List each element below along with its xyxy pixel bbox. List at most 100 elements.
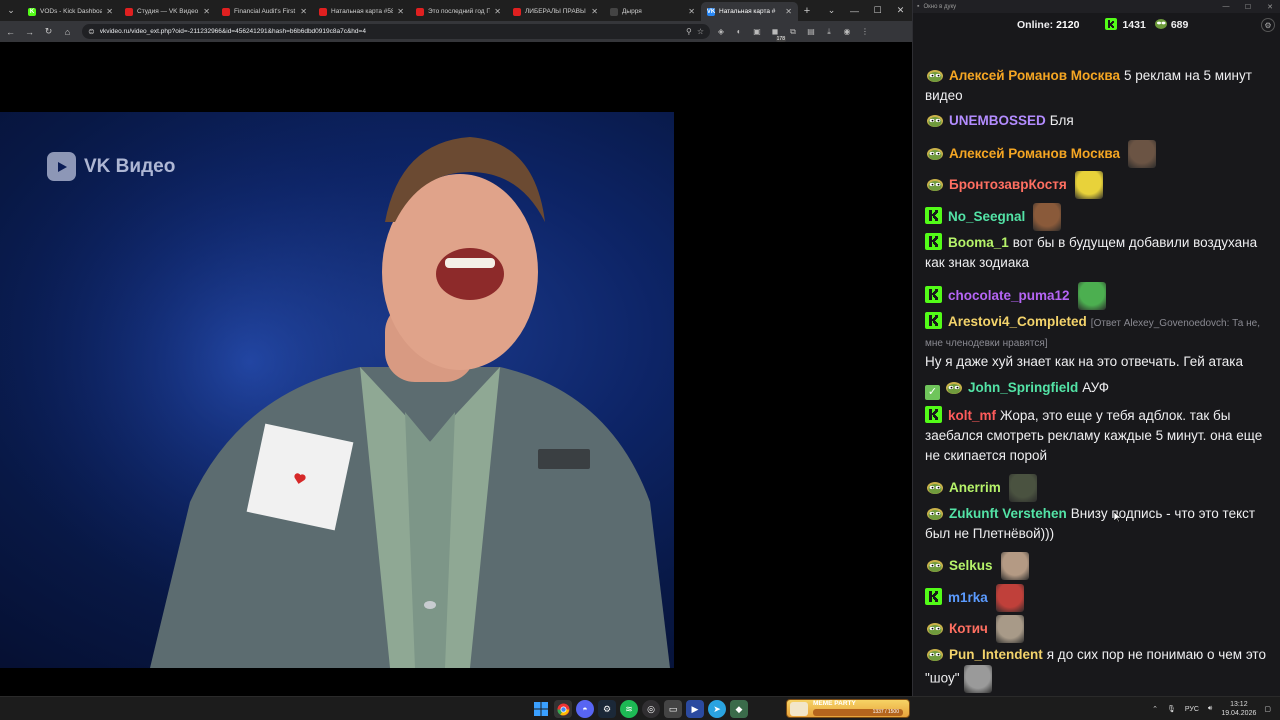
meme-party-widget[interactable]: MEME PARTY 1337 / 1500 [786, 699, 910, 718]
kick-badge-icon [925, 312, 942, 329]
vk-video-watermark: VK Видео [47, 152, 175, 181]
telegram-taskbar-icon[interactable]: ➤ [708, 700, 726, 718]
clock-time: 13:12 [1230, 701, 1248, 708]
chat-username[interactable]: Selkus [949, 558, 993, 573]
maximize-icon[interactable]: ☐ [866, 0, 889, 21]
tab-close-icon[interactable]: ✕ [785, 7, 792, 16]
obs-taskbar-icon[interactable]: ◎ [642, 700, 660, 718]
new-tab-button[interactable]: + [798, 2, 816, 21]
profile-icon[interactable]: ◉ [840, 25, 854, 39]
tray-chevron-icon[interactable]: ⌃ [1152, 705, 1158, 713]
player-taskbar-icon[interactable]: ▶ [686, 700, 704, 718]
tab-close-icon[interactable]: ✕ [397, 7, 404, 16]
address-bar[interactable]: ⊜ vkvideo.ru/video_ext.php?oid=-21123296… [82, 24, 710, 39]
chrome-taskbar-icon[interactable] [554, 700, 572, 718]
notifications-icon[interactable]: ▢ [1264, 705, 1271, 713]
forward-button[interactable]: → [21, 23, 38, 40]
chat-username[interactable]: John_Springfield [968, 380, 1078, 395]
chat-message-list[interactable]: Алексей Романов Москва 5 реклам на 5 мину… [913, 37, 1280, 696]
zoom-icon[interactable]: ⚲ [686, 27, 692, 36]
chat-username[interactable]: Booma_1 [948, 235, 1009, 250]
chat-message: kolt_mf Жора, это еще у тебя адблок. так … [925, 406, 1275, 466]
close-icon[interactable]: ✕ [1259, 0, 1280, 13]
page-viewport: VK Видео [0, 42, 912, 696]
overlay-title: Окно в дуку [923, 3, 957, 10]
chat-username[interactable]: UNEMBOSSED [949, 113, 1046, 128]
steam-taskbar-icon[interactable]: ⚙ [598, 700, 616, 718]
extension-icon[interactable]: ◐ [732, 25, 746, 39]
pepe-badge-icon [925, 480, 945, 495]
chat-emote-icon [1077, 282, 1106, 310]
chat-username[interactable]: No_Seegnal [948, 209, 1025, 224]
sidebar-icon[interactable]: ▤ [804, 25, 818, 39]
chat-message: Selkus [925, 552, 1275, 580]
tab-close-icon[interactable]: ✕ [591, 7, 598, 16]
maximize-icon[interactable]: ☐ [1237, 0, 1259, 13]
site-info-icon[interactable]: ⊜ [88, 27, 95, 36]
gear-icon[interactable]: ⚙ [1261, 18, 1275, 32]
tab-favicon-icon: K [28, 7, 36, 16]
tab-search-icon[interactable]: ⌄ [0, 0, 22, 21]
discord-taskbar-icon[interactable]: ◓ [576, 700, 594, 718]
windows-taskbar: ◓ ⚙ ≋ ◎ ▭ ▶ ➤ ◆ MEME PARTY 1337 / 1500 ⌃… [0, 696, 1280, 720]
browser-tab[interactable]: ЛИБЕРАЛЫ ПРАВЫ ВО ✕ [507, 2, 604, 21]
extension-icon[interactable]: ▣ [750, 25, 764, 39]
video-player[interactable]: VK Видео [0, 112, 912, 668]
extension-badge: 178 [775, 35, 786, 42]
volume-icon[interactable]: 🔊︎ [1208, 705, 1212, 713]
chat-username[interactable]: БронтозаврКостя [949, 177, 1067, 192]
browser-tab[interactable]: Студия — VK Видео Live ✕ [119, 2, 216, 21]
browser-dropdown-icon[interactable]: ⌄ [820, 0, 843, 21]
meme-party-label: MEME PARTY [813, 700, 856, 707]
microphone-icon[interactable]: 🎙︎ [1167, 705, 1176, 713]
home-button[interactable]: ⌂ [59, 23, 76, 40]
chat-username[interactable]: Arestovi4_Completed [948, 314, 1087, 329]
browser-tab[interactable]: Натальная карта #58 A✕ [313, 2, 410, 21]
browser-tab[interactable]: Financial Audit's First P ✕ [216, 2, 313, 21]
puzzle-icon[interactable]: ⧉ [786, 25, 800, 39]
reload-button[interactable]: ↻ [40, 23, 57, 40]
chat-username[interactable]: kolt_mf [948, 408, 996, 423]
app-taskbar-icon[interactable]: ◆ [730, 700, 748, 718]
bookmark-star-icon[interactable]: ☆ [697, 27, 704, 36]
back-button[interactable]: ← [2, 23, 19, 40]
chat-username[interactable]: Zukunft Verstehen [949, 506, 1067, 521]
chat-message: chocolate_puma12 [925, 282, 1275, 310]
minimize-icon[interactable]: — [843, 0, 866, 21]
browser-tab[interactable]: VK Натальная карта # ✕ [701, 2, 798, 21]
clock[interactable]: 13:12 19.04.2026 [1221, 700, 1256, 718]
download-icon[interactable]: ⤓ [822, 25, 836, 39]
chat-username[interactable]: chocolate_puma12 [948, 288, 1070, 303]
minimize-icon[interactable]: — [1215, 0, 1237, 13]
browser-tab[interactable]: Дырря ✕ [604, 2, 701, 21]
browser-tab[interactable]: Это последний год Пу ✕ [410, 2, 507, 21]
chat-username[interactable]: Котич [949, 621, 988, 636]
extension-icon[interactable]: ◼ 178 [768, 25, 786, 42]
chat-username[interactable]: Pun_Intendent [949, 647, 1043, 662]
chat-message: m1rka [925, 584, 1275, 612]
app-taskbar-icon[interactable]: ▭ [664, 700, 682, 718]
mouse-cursor-icon [1114, 512, 1122, 522]
spotify-taskbar-icon[interactable]: ≋ [620, 700, 638, 718]
chat-username[interactable]: Алексей Романов Москва [949, 68, 1120, 83]
close-icon[interactable]: ✕ [889, 0, 912, 21]
start-button[interactable] [532, 700, 550, 718]
tab-close-icon[interactable]: ✕ [494, 7, 501, 16]
extension-icon[interactable]: ◈ [714, 25, 728, 39]
browser-tab[interactable]: K VODs - Kick Dashboard ✕ [22, 2, 119, 21]
chat-username[interactable]: m1rka [948, 590, 988, 605]
chat-username[interactable]: Anerrim [949, 480, 1001, 495]
browser-window: ⌄ K VODs - Kick Dashboard ✕ Студия — VK Вид… [0, 0, 912, 696]
chat-username[interactable]: Алексей Романов Москва [949, 146, 1120, 161]
system-tray: ⌃ 🎙︎ РУС 🔊︎ 13:12 19.04.2026 ▢ [1152, 697, 1280, 720]
kick-count: 1431 [1122, 19, 1146, 31]
tab-close-icon[interactable]: ✕ [106, 7, 113, 16]
kick-logo-icon [1105, 17, 1118, 33]
tab-close-icon[interactable]: ✕ [688, 7, 695, 16]
vk-counter: 689 [1154, 18, 1188, 33]
language-indicator[interactable]: РУС [1185, 706, 1199, 713]
kick-badge-icon [925, 233, 942, 250]
more-menu-icon[interactable]: ⋮ [858, 25, 872, 39]
tab-close-icon[interactable]: ✕ [300, 7, 307, 16]
tab-close-icon[interactable]: ✕ [203, 7, 210, 16]
